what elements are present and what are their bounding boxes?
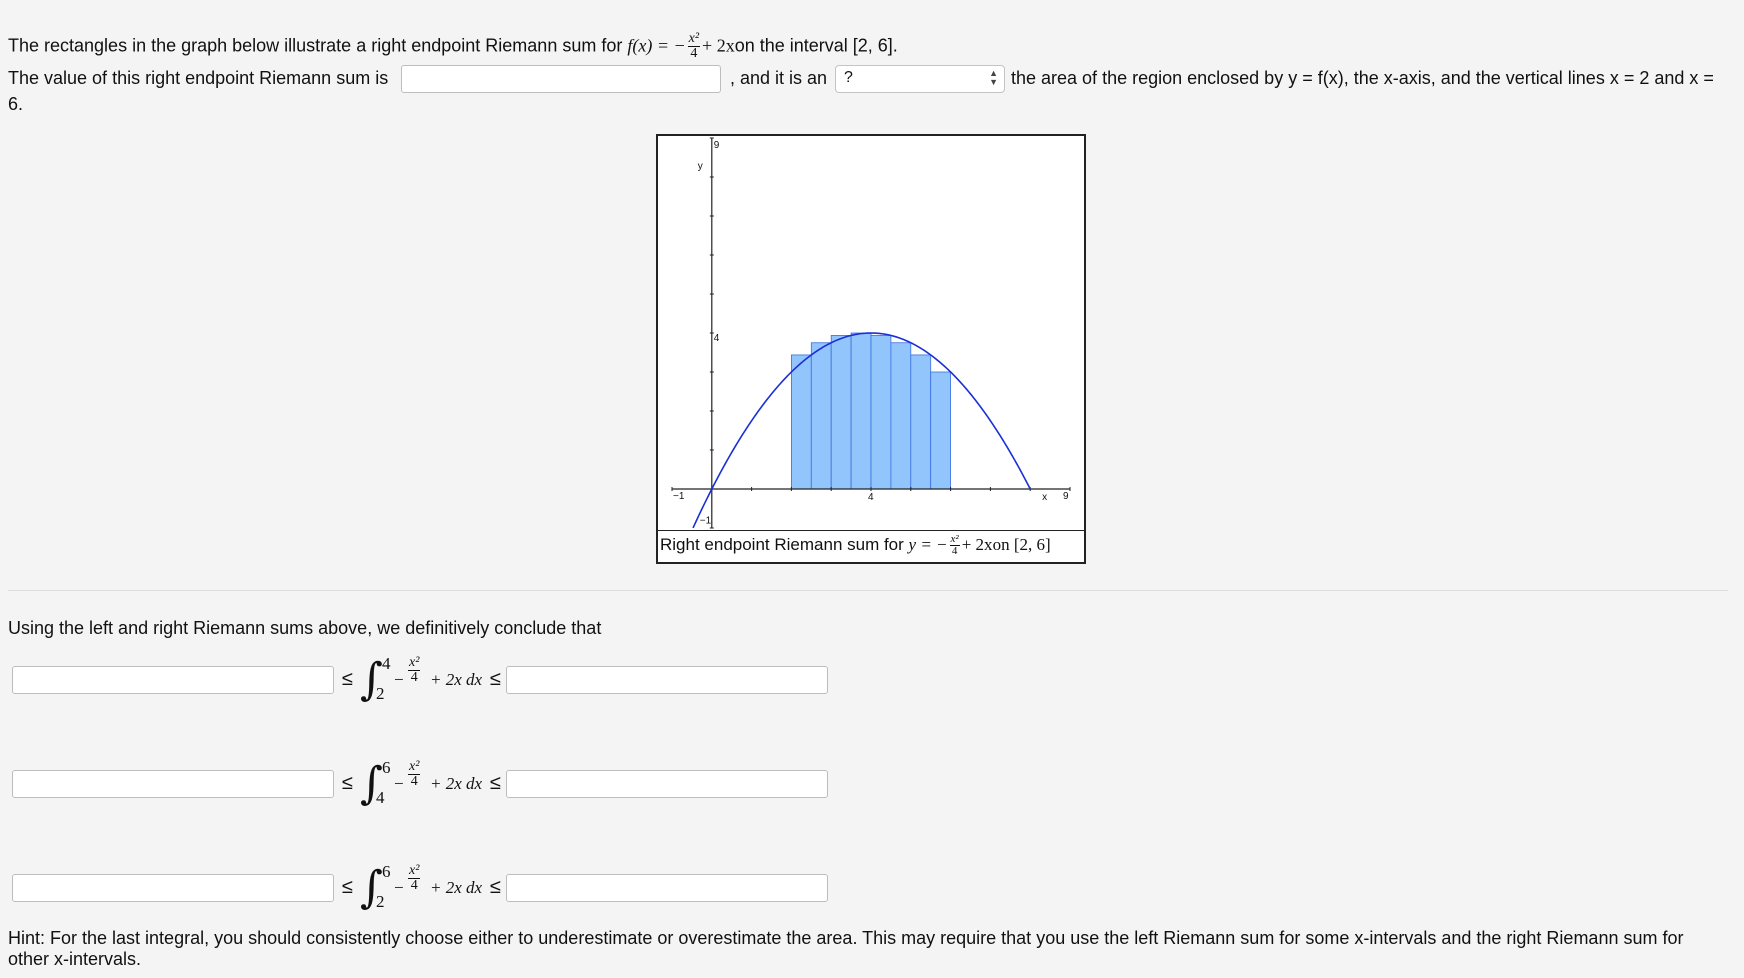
lower-limit: 2 [376,892,385,911]
upper-limit: 6 [382,758,391,777]
riemann-sum-input[interactable] [401,65,721,93]
intro-prefix: The rectangles in the graph below illust… [8,35,628,56]
hint-text: Hint: For the last integral, you should … [8,928,1684,969]
riemann-rectangle [830,335,852,490]
riemann-rectangle [850,332,872,490]
lower-limit: 2 [376,684,385,703]
x-left-tick-label: −1 [673,491,685,502]
integrand-fraction: x² 4 [408,655,421,685]
value-wrap: 6. [8,94,24,114]
lower-bound-input[interactable] [12,666,334,694]
y-top-tick-label: 9 [714,140,720,151]
upper-bound-input[interactable] [506,770,828,798]
upper-bound-input[interactable] [506,666,828,694]
upper-limit: 4 [382,654,391,673]
riemann-rectangle [790,354,812,490]
function-fraction: x² 4 [687,31,701,61]
section-divider [8,590,1728,591]
upper-limit: 6 [382,862,391,881]
riemann-rectangle [910,354,932,490]
x-right-tick-label: 9 [1063,491,1069,502]
integrand-tail: + 2x dx [430,774,483,793]
select-value: ? [844,69,853,86]
estimate-type-select[interactable]: ? ▲ ▼ [835,65,1005,93]
conclusion-intro: Using the left and right Riemann sums ab… [8,618,602,638]
x-mid-tick-label: 4 [868,492,874,503]
riemann-graph: y 9 4 −1 −1 4 x 9 Right endpoint Riemann sum fo… [656,134,1086,564]
leq-sign-left: ≤ [342,876,353,898]
riemann-rectangle [890,342,912,490]
intro-line: The rectangles in the graph below illust… [8,32,898,61]
x-axis-label: x [1042,492,1047,503]
integrand-tail: + 2x dx [430,878,483,897]
y-bottom-tick-label: −1 [700,515,712,526]
lower-bound-input[interactable] [12,874,334,902]
integrand-fraction: x² 4 [408,759,421,789]
integral-row: ≤ ∫ 4 2 − x² 4 + 2x dx ≤ [12,654,832,730]
riemann-rectangle [930,371,952,490]
integrand-minus: − [394,774,404,793]
y-mid-tick-label: 4 [714,333,720,344]
function-tail: + 2x [702,35,735,56]
leq-sign-right: ≤ [490,772,501,794]
riemann-rectangle [870,335,892,490]
intro-suffix: on the interval [2, 6]. [734,35,898,56]
lower-bound-input[interactable] [12,770,334,798]
value-prefix: The value of this right endpoint Riemann… [8,68,389,88]
integral-row: ≤ ∫ 6 4 − x² 4 + 2x dx ≤ [12,758,832,834]
integrand-tail: + 2x dx [430,670,483,689]
leq-sign-left: ≤ [342,668,353,690]
integrand-minus: − [394,670,404,689]
leq-sign-left: ≤ [342,772,353,794]
y-axis-label: y [698,161,703,172]
select-arrows-icon: ▲ ▼ [989,68,998,87]
integrand-fraction: x² 4 [408,863,421,893]
leq-sign-right: ≤ [490,876,501,898]
lower-limit: 4 [376,788,385,807]
value-mid-text: , and it is an [730,68,828,88]
riemann-rectangle [810,342,832,490]
riemann-plot: y94−1−1 4 x 9 [671,137,1071,529]
value-suffix: the area of the region enclosed by y = f… [1011,68,1714,88]
graph-caption: Right endpoint Riemann sum for y = − x² 4 +… [658,530,1084,562]
integrand-minus: − [394,878,404,897]
leq-sign-right: ≤ [490,668,501,690]
upper-bound-input[interactable] [506,874,828,902]
function-label: f(x) = − [627,35,686,56]
